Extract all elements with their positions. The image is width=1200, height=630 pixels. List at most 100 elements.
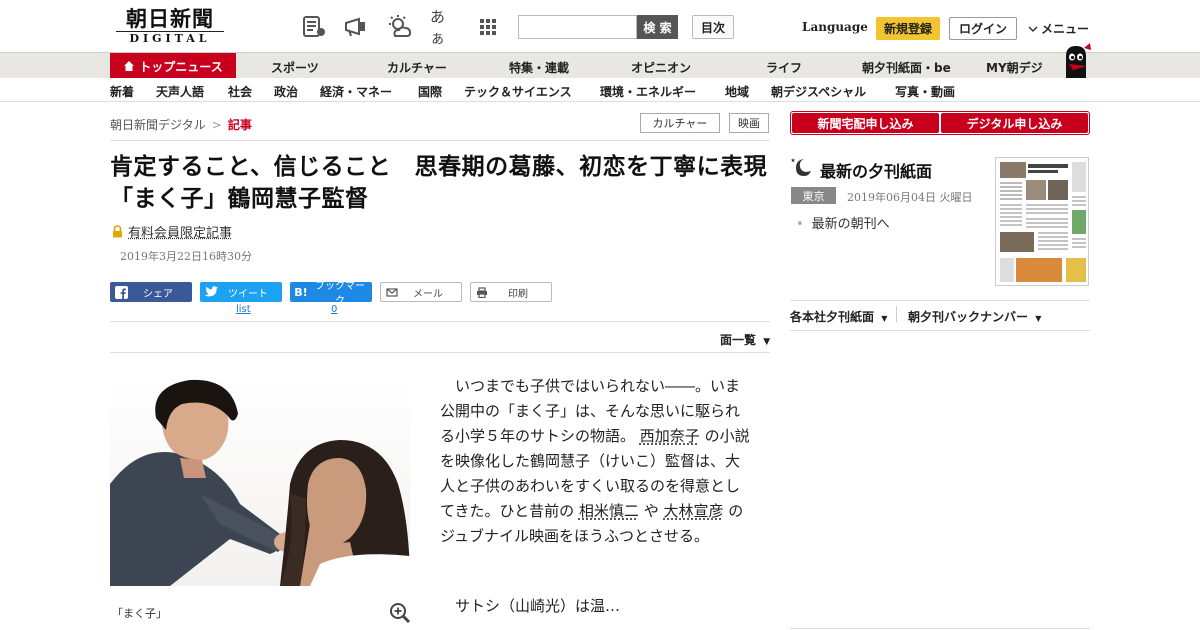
moon-icon bbox=[790, 158, 811, 176]
person-link-somai-shinji[interactable]: 相米慎二 bbox=[579, 502, 639, 520]
site-header: 朝日新聞 DIGITAL あぁ 検 索 目次 Language 新規登録 ログイ… bbox=[0, 0, 1200, 52]
facebook-share-button[interactable]: シェア bbox=[110, 282, 192, 302]
back-number-label: 朝夕刊バックナンバー bbox=[908, 310, 1029, 324]
triangle-down-icon: ▼ bbox=[763, 337, 771, 347]
nav2-item-society[interactable]: 社会 bbox=[228, 83, 252, 100]
person-link-nishi-kanako[interactable]: 西加奈子 bbox=[640, 427, 700, 445]
twitter-tweet-button[interactable]: ツイート bbox=[200, 282, 282, 302]
regional-evening-link[interactable]: 各本社夕刊紙面 ▼ bbox=[790, 308, 887, 325]
hatena-icon: B! bbox=[294, 285, 308, 299]
chevron-down-icon bbox=[1028, 25, 1038, 32]
print-button[interactable]: 印刷 bbox=[470, 282, 552, 302]
secondary-nav: 新着 天声人語 社会 政治 経済・マネー 国際 テック＆サイエンス 環境・エネル… bbox=[0, 78, 1200, 102]
nav-item-life[interactable]: ライフ bbox=[766, 59, 802, 76]
back-number-link[interactable]: 朝夕刊バックナンバー ▼ bbox=[908, 308, 1041, 325]
mail-button[interactable]: メール bbox=[380, 282, 462, 302]
article-photo[interactable] bbox=[110, 374, 410, 586]
nav-top-news-label: トップニュース bbox=[139, 59, 223, 74]
page-list-label: 面一覧 bbox=[720, 333, 757, 347]
breadcrumb-current: 記事 bbox=[227, 118, 252, 132]
triangle-down-icon: ▼ bbox=[881, 314, 888, 323]
nav-item-sports[interactable]: スポーツ bbox=[271, 59, 319, 76]
body-text: や bbox=[643, 502, 659, 520]
page-list-toggle[interactable]: 面一覧 ▼ bbox=[720, 331, 770, 348]
megaphone-icon[interactable] bbox=[342, 13, 370, 41]
nav-top-news[interactable]: トップニュース bbox=[110, 53, 236, 79]
mail-icon bbox=[386, 288, 398, 297]
divider bbox=[790, 330, 1090, 331]
divider bbox=[110, 321, 770, 322]
nav2-item-region[interactable]: 地域 bbox=[725, 83, 749, 100]
divider bbox=[110, 140, 770, 141]
nav2-item-economy[interactable]: 経済・マネー bbox=[320, 83, 392, 100]
breadcrumb: 朝日新聞デジタル > 記事 bbox=[110, 116, 252, 133]
digital-subscribe-button[interactable]: デジタル申し込み bbox=[941, 113, 1088, 133]
breadcrumb-home[interactable]: 朝日新聞デジタル bbox=[110, 118, 206, 132]
logo-japanese: 朝日新聞 bbox=[126, 6, 214, 31]
article-paragraph-2: サトシ（山崎光）は温… bbox=[455, 597, 621, 615]
facebook-icon bbox=[114, 285, 128, 299]
print-icon bbox=[477, 286, 487, 298]
nav-item-paper[interactable]: 朝夕刊紙面・be bbox=[862, 59, 951, 76]
hatena-bookmark-button[interactable]: B! ブックマーク bbox=[290, 281, 372, 307]
menu-label: メニュー bbox=[1041, 22, 1090, 36]
divider bbox=[790, 300, 1090, 301]
newspaper-subscribe-button[interactable]: 新聞宅配申し込み bbox=[792, 113, 939, 133]
login-button[interactable]: ログイン bbox=[949, 17, 1017, 40]
lock-icon bbox=[113, 225, 122, 238]
nav2-item-international[interactable]: 国際 bbox=[418, 83, 442, 100]
triangle-down-icon: ▼ bbox=[1035, 314, 1042, 323]
divider bbox=[110, 352, 770, 353]
divider bbox=[790, 628, 1090, 629]
home-icon bbox=[124, 61, 135, 71]
nav2-item-environment[interactable]: 環境・エネルギー bbox=[600, 83, 696, 100]
primary-nav: トップニュース スポーツ カルチャー 特集・連載 オピニオン ライフ 朝夕刊紙面… bbox=[0, 52, 1200, 79]
nav-item-my-asadigi[interactable]: MY朝デジ bbox=[986, 59, 1043, 76]
weather-icon[interactable] bbox=[386, 13, 414, 41]
latest-morning-link[interactable]: • 最新の朝刊へ bbox=[796, 213, 890, 232]
nav-item-culture[interactable]: カルチャー bbox=[387, 59, 447, 76]
search-button[interactable]: 検 索 bbox=[637, 15, 678, 39]
subscribe-buttons: 新聞宅配申し込み デジタル申し込み bbox=[790, 111, 1090, 135]
newspaper-icon[interactable] bbox=[300, 13, 328, 41]
nav2-item-tenseijingo[interactable]: 天声人語 bbox=[156, 83, 204, 100]
twitter-tweet-label: ツイート bbox=[228, 288, 268, 300]
twitter-icon bbox=[204, 286, 218, 297]
site-logo[interactable]: 朝日新聞 DIGITAL bbox=[112, 8, 228, 46]
article-paragraph: いつまでも子供ではいられない――。いま公開中の「まく子」は、そんな思いに駆られる… bbox=[440, 374, 750, 549]
evening-paper-thumbnail[interactable] bbox=[995, 157, 1089, 286]
search-input[interactable] bbox=[518, 15, 637, 39]
nav-item-features[interactable]: 特集・連載 bbox=[509, 59, 569, 76]
menu-button[interactable]: メニュー bbox=[1028, 20, 1089, 37]
language-link[interactable]: Language bbox=[802, 20, 868, 34]
register-button[interactable]: 新規登録 bbox=[876, 17, 940, 40]
hatena-count[interactable]: 0 bbox=[331, 304, 337, 315]
nav2-item-tech[interactable]: テック＆サイエンス bbox=[464, 83, 572, 100]
print-label: 印刷 bbox=[508, 288, 528, 300]
breadcrumb-separator: > bbox=[211, 118, 222, 132]
nav2-item-politics[interactable]: 政治 bbox=[274, 83, 298, 100]
tag-movie[interactable]: 映画 bbox=[729, 113, 769, 133]
logo-english: DIGITAL bbox=[129, 32, 211, 45]
evening-edition-date: 2019年06月04日 火曜日 bbox=[847, 191, 973, 204]
font-size-icon[interactable]: あぁ bbox=[430, 8, 458, 47]
person-link-obayashi-nobuhiko[interactable]: 大林宣彦 bbox=[663, 502, 723, 520]
tag-culture[interactable]: カルチャー bbox=[640, 113, 720, 133]
nav2-item-special[interactable]: 朝デジスペシャル bbox=[771, 83, 866, 100]
bullet-icon: • bbox=[796, 217, 804, 232]
paid-member-text[interactable]: 有料会員限定記事 bbox=[128, 222, 232, 241]
hatena-bookmark-label: ブックマーク bbox=[315, 281, 365, 307]
nav2-item-latest[interactable]: 新着 bbox=[110, 83, 134, 100]
article-date: 2019年3月22日16時30分 bbox=[120, 250, 252, 263]
facebook-share-label: シェア bbox=[143, 288, 173, 300]
zoom-in-icon[interactable] bbox=[389, 602, 411, 624]
edition-location-badge: 東京 bbox=[791, 187, 836, 204]
mascot-icon bbox=[1066, 43, 1091, 78]
twitter-count[interactable]: list bbox=[236, 304, 251, 315]
nav-item-opinion[interactable]: オピニオン bbox=[631, 59, 691, 76]
evening-edition-title[interactable]: 最新の夕刊紙面 bbox=[820, 158, 932, 182]
mail-label: メール bbox=[413, 288, 443, 300]
toc-button[interactable]: 目次 bbox=[692, 15, 734, 39]
nav2-item-photo[interactable]: 写真・動画 bbox=[895, 83, 955, 100]
grid-menu-icon[interactable] bbox=[474, 13, 502, 41]
